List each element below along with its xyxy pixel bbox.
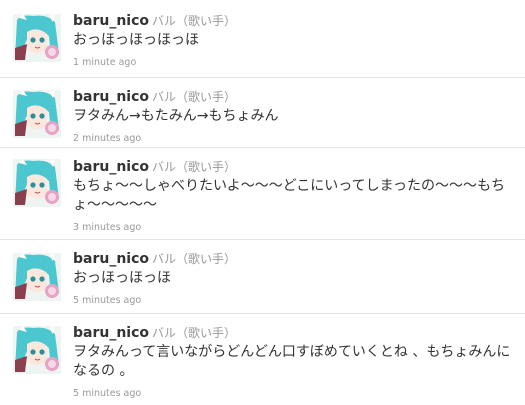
tweet-screen-name[interactable]: baru_nico [73, 89, 149, 105]
tweet-screen-name[interactable]: baru_nico [73, 159, 149, 175]
tweet-screen-name[interactable]: baru_nico [73, 325, 149, 341]
tweet-timestamp[interactable]: 1 minute ago [73, 57, 136, 68]
tweet-timeline: baru_nicoバル（歌い手） おっほっほっほっほ 1 minute ago [0, 0, 525, 405]
tweet-text: おっほっほっほっほ [73, 32, 199, 48]
tweet-timestamp[interactable]: 2 minutes ago [73, 133, 141, 144]
user-avatar-icon[interactable] [13, 326, 61, 374]
tweet-item: baru_nico バル（歌い手） ヲタみんって言いながらどんどん口すぼめていくと… [0, 314, 525, 405]
tweet-item: baru_nico バル（歌い手） ヲタみん→もたみん→もちょみん 2 minut… [0, 78, 525, 148]
tweet-full-name: バル（歌い手） [152, 90, 237, 104]
tweet-timestamp[interactable]: 3 minutes ago [73, 222, 141, 233]
tweet-full-name: バル（歌い手） [152, 14, 237, 28]
tweet-screen-name[interactable]: baru_nico [73, 13, 149, 29]
user-avatar-icon[interactable] [13, 253, 61, 301]
user-avatar-icon[interactable] [13, 90, 61, 138]
tweet-full-name: バル（歌い手） [152, 252, 237, 266]
tweet-text: ヲタみん→もたみん→もちょみん [73, 108, 279, 124]
tweet-item: baru_nico バル（歌い手） おっほっほっほ 5 minutes ago [0, 240, 525, 314]
tweet-text: もちょ～～しゃべりたいよ～～～どこにいってしまったの～～～もちょ～～～～～ [73, 178, 506, 213]
tweet-screen-name[interactable]: baru_nico [73, 251, 149, 267]
tweet-text: ヲタみんって言いながらどんどん口すぼめていくとね 、もちょみんになるの 。 [73, 344, 511, 379]
tweet-timestamp[interactable]: 5 minutes ago [73, 388, 141, 399]
user-avatar-icon[interactable] [13, 159, 61, 207]
tweet-text: おっほっほっほ [73, 270, 171, 286]
user-avatar-icon[interactable] [13, 14, 61, 62]
tweet-timestamp[interactable]: 5 minutes ago [73, 295, 141, 306]
tweet-full-name: バル（歌い手） [152, 160, 237, 174]
tweet-item: baru_nico バル（歌い手） おっほっほっほっほ 1 minute ago [0, 0, 525, 78]
tweet-item: baru_nico バル（歌い手） もちょ～～しゃべりたいよ～～～どこにいってしま… [0, 148, 525, 240]
tweet-full-name: バル（歌い手） [152, 326, 237, 340]
